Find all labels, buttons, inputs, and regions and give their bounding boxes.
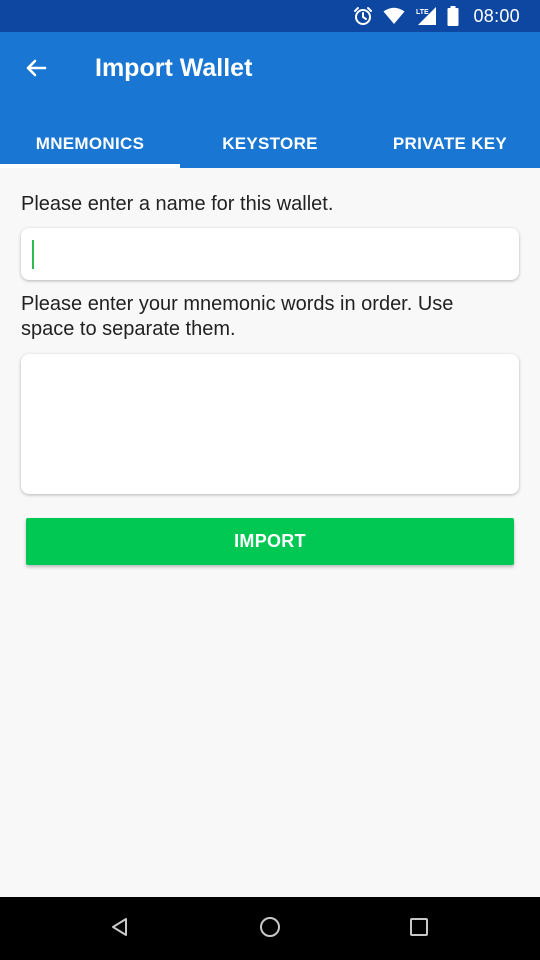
recents-square-icon xyxy=(409,917,429,942)
text-caret xyxy=(32,240,34,269)
lte-label: LTE xyxy=(416,9,429,16)
back-triangle-icon xyxy=(110,917,130,942)
back-button[interactable] xyxy=(14,48,58,92)
tab-mnemonics[interactable]: MNEMONICS xyxy=(0,120,180,168)
mnemonic-label: Please enter your mnemonic words in orde… xyxy=(21,293,454,340)
status-time: 08:00 xyxy=(473,5,520,26)
nav-home-button[interactable] xyxy=(254,913,286,945)
home-circle-icon xyxy=(259,916,281,943)
nav-back-button[interactable] xyxy=(104,913,136,945)
wallet-name-label: Please enter a name for this wallet. xyxy=(21,193,334,215)
arrow-back-icon xyxy=(24,56,48,85)
alarm-icon xyxy=(353,6,373,26)
tab-bar: MNEMONICS KEYSTORE PRIVATE KEY xyxy=(0,120,540,168)
status-icons: LTE 08:00 xyxy=(353,5,520,27)
import-button[interactable]: IMPORT xyxy=(26,518,514,565)
signal-icon: LTE xyxy=(415,6,437,26)
battery-icon xyxy=(447,6,459,26)
page-title: Import Wallet xyxy=(95,54,253,82)
status-bar: LTE 08:00 xyxy=(0,0,540,32)
wallet-name-input[interactable] xyxy=(21,228,519,280)
mnemonic-input[interactable] xyxy=(21,354,519,494)
nav-recents-button[interactable] xyxy=(403,913,435,945)
tab-private-key[interactable]: PRIVATE KEY xyxy=(360,120,540,168)
app-bar: Import Wallet MNEMONICS KEYSTORE PRIVATE… xyxy=(0,32,540,168)
tab-keystore[interactable]: KEYSTORE xyxy=(180,120,360,168)
wifi-icon xyxy=(383,7,405,25)
system-nav-bar xyxy=(0,897,540,960)
